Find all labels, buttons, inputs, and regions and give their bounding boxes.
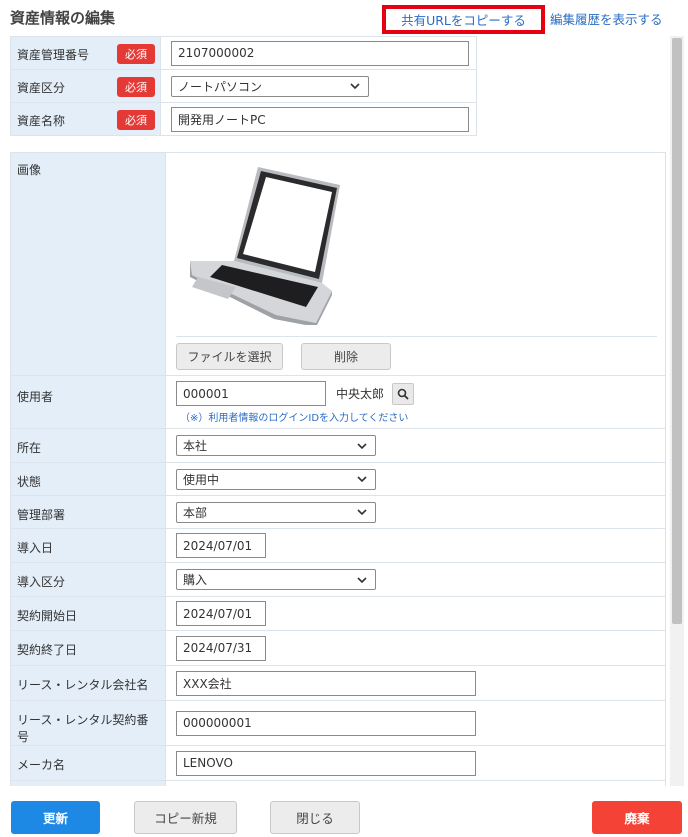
row-asset-category: 資産区分 必須 ノートパソコン [10, 69, 477, 103]
scrollbar-thumb[interactable] [672, 38, 682, 624]
chevron-down-icon [357, 476, 367, 483]
department-select[interactable]: 本部 [176, 501, 376, 523]
department-label: 管理部署 [10, 495, 166, 529]
row-lease-contract-no: リース・レンタル契約番号 000000001 [10, 700, 666, 746]
show-edit-history-link[interactable]: 編集履歴を表示する [550, 9, 663, 28]
choose-file-button[interactable]: ファイルを選択 [176, 343, 283, 370]
close-button[interactable]: 閉じる [270, 801, 360, 834]
row-image: 画像 ファイルを選択 削除 [10, 152, 666, 376]
introduction-type-select[interactable]: 購入 [176, 569, 376, 590]
image-label: 画像 [10, 152, 166, 376]
basic-info-table: 資産管理番号 必須 2107000002 資産区分 必須 ノートパソコン 資産名… [10, 36, 477, 136]
asset-number-label: 資産管理番号 [17, 48, 90, 62]
form-scroll-area[interactable]: 資産管理番号 必須 2107000002 資産区分 必須 ノートパソコン 資産名… [10, 36, 668, 786]
introduced-date-input[interactable]: 2024/07/01 [176, 533, 266, 558]
introduction-type-label: 導入区分 [10, 562, 166, 597]
asset-category-value: ノートパソコン [178, 79, 263, 94]
chevron-down-icon [357, 576, 367, 583]
maker-label: メーカ名 [10, 745, 166, 781]
location-label: 所在 [10, 428, 166, 463]
row-contract-start: 契約開始日 2024/07/01 [10, 596, 666, 631]
user-label: 使用者 [10, 375, 166, 429]
user-name-text: 中央太郎 [336, 387, 385, 401]
user-id-hint: （※）利用者情報のログインIDを入力してください [180, 413, 409, 424]
department-value: 本部 [183, 505, 208, 520]
row-location: 所在 本社 [10, 428, 666, 463]
row-asset-number: 資産管理番号 必須 2107000002 [10, 36, 477, 70]
row-user: 使用者 000001 中央太郎 （※）利用者情報のログインIDを入力してください [10, 375, 666, 429]
lease-contract-no-label: リース・レンタル契約番号 [10, 700, 166, 746]
location-value: 本社 [183, 439, 208, 453]
detail-info-table: 画像 ファイルを選択 削除 使用者 000001 中央太郎 （※）利用者情報のロ… [10, 152, 666, 786]
location-select[interactable]: 本社 [176, 435, 376, 456]
action-footer: 更新 コピー新規 閉じる 廃棄 [0, 786, 688, 837]
asset-name-input[interactable]: 開発用ノートPC [171, 106, 469, 132]
row-introduction-type: 導入区分 購入 [10, 562, 666, 597]
copy-new-button[interactable]: コピー新規 [134, 801, 237, 834]
maker-input[interactable]: LENOVO [176, 750, 476, 776]
vertical-scrollbar[interactable] [670, 36, 684, 786]
asset-category-label: 資産区分 [17, 81, 66, 95]
asset-name-label: 資産名称 [17, 114, 66, 128]
copy-share-url-label: 共有URLをコピーする [401, 13, 526, 28]
row-status: 状態 使用中 [10, 462, 666, 496]
asset-category-select[interactable]: ノートパソコン [171, 75, 369, 97]
chevron-down-icon [357, 442, 367, 449]
status-select[interactable]: 使用中 [176, 468, 376, 490]
lease-company-label: リース・レンタル会社名 [10, 665, 166, 701]
contract-end-input[interactable]: 2024/07/31 [176, 635, 266, 661]
lease-company-input[interactable]: XXX会社 [176, 670, 476, 696]
contract-start-input[interactable]: 2024/07/01 [176, 601, 266, 626]
row-maker: メーカ名 LENOVO [10, 745, 666, 781]
row-lease-company: リース・レンタル会社名 XXX会社 [10, 665, 666, 701]
contract-start-label: 契約開始日 [10, 596, 166, 631]
introduction-type-value: 購入 [183, 573, 208, 587]
chevron-down-icon [350, 83, 360, 90]
asset-number-input[interactable]: 2107000002 [171, 40, 469, 66]
lease-contract-no-input[interactable]: 000000001 [176, 710, 476, 736]
required-badge: 必須 [117, 110, 155, 130]
laptop-image [190, 167, 340, 325]
row-introduced-date: 導入日 2024/07/01 [10, 528, 666, 563]
page-title: 資産情報の編集 [10, 9, 116, 27]
update-button[interactable]: 更新 [11, 801, 100, 834]
delete-image-button[interactable]: 削除 [301, 343, 391, 370]
status-value: 使用中 [183, 472, 220, 487]
discard-button[interactable]: 廃棄 [592, 801, 682, 834]
status-label: 状態 [10, 462, 166, 496]
required-badge: 必須 [117, 77, 155, 97]
row-asset-name: 資産名称 必須 開発用ノートPC [10, 102, 477, 136]
chevron-down-icon [357, 509, 367, 516]
row-department: 管理部署 本部 [10, 495, 666, 529]
copy-share-url-link[interactable]: 共有URLをコピーする [382, 5, 545, 34]
row-contract-end: 契約終了日 2024/07/31 [10, 630, 666, 666]
contract-end-label: 契約終了日 [10, 630, 166, 666]
required-badge: 必須 [117, 44, 155, 64]
introduced-date-label: 導入日 [10, 528, 166, 563]
search-icon [397, 388, 409, 400]
user-id-input[interactable]: 000001 [176, 381, 326, 406]
user-search-button[interactable] [392, 382, 415, 405]
